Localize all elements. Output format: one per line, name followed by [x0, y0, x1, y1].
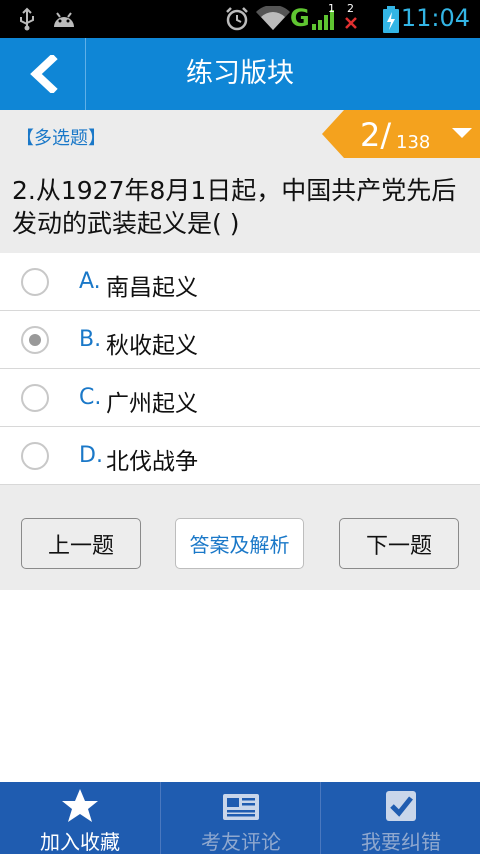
- option-b[interactable]: B. 秋收起义: [0, 311, 480, 369]
- tab-report-error-label: 我要纠错: [361, 830, 441, 854]
- answer-analysis-button[interactable]: 答案及解析: [175, 518, 304, 569]
- chevron-left-icon: [29, 55, 58, 93]
- option-d-text: 北伐战争: [106, 449, 198, 475]
- wifi-icon: [256, 6, 290, 30]
- tab-add-favorite[interactable]: 加入收藏: [0, 782, 160, 854]
- current-question-number: 2/: [360, 116, 392, 154]
- option-a[interactable]: A. 南昌起义: [0, 253, 480, 311]
- clock: 11:04: [400, 4, 470, 32]
- option-c-letter: C.: [79, 385, 102, 410]
- option-d-letter: D.: [79, 443, 103, 468]
- star-icon: [62, 789, 98, 822]
- dropdown-arrow-icon[interactable]: [452, 128, 472, 138]
- question-type-bar: 【多选题】 2/ 138: [0, 110, 480, 158]
- option-c-radio[interactable]: [21, 384, 49, 412]
- newspaper-icon: [223, 794, 259, 820]
- option-d-radio[interactable]: [21, 442, 49, 470]
- option-b-text: 秋收起义: [106, 333, 198, 359]
- question-counter[interactable]: 2/ 138: [322, 110, 480, 158]
- tab-report-error[interactable]: 我要纠错: [321, 782, 480, 854]
- option-a-text: 南昌起义: [106, 275, 198, 301]
- question-panel: 2.从1927年8月1日起，中国共产党先后发动的武装起义是( ): [0, 158, 480, 254]
- android-icon: [54, 12, 74, 27]
- next-question-button[interactable]: 下一题: [339, 518, 459, 569]
- option-a-letter: A.: [79, 269, 101, 294]
- back-button[interactable]: [0, 38, 86, 110]
- option-a-radio[interactable]: [21, 268, 49, 296]
- option-b-radio[interactable]: [21, 326, 49, 354]
- status-bar: G 1 2 11:04: [0, 0, 480, 38]
- question-type-label: 【多选题】: [16, 128, 106, 149]
- no-signal-icon: [345, 17, 357, 29]
- total-question-count: 138: [396, 132, 431, 153]
- usb-icon: [20, 7, 34, 31]
- sim-badge-2: 2: [347, 2, 354, 15]
- option-c[interactable]: C. 广州起义: [0, 369, 480, 427]
- tab-add-favorite-label: 加入收藏: [40, 830, 120, 854]
- bottom-tab-bar: 加入收藏 考友评论 我要纠错: [0, 782, 480, 854]
- checkbox-icon: [386, 791, 416, 821]
- option-b-letter: B.: [79, 327, 102, 352]
- question-text: 2.从1927年8月1日起，中国共产党先后发动的武装起义是( ): [12, 176, 457, 238]
- option-d[interactable]: D. 北伐战争: [0, 427, 480, 485]
- alarm-icon: [226, 7, 248, 31]
- app-header: 练习版块: [0, 38, 480, 110]
- prev-question-button[interactable]: 上一题: [21, 518, 141, 569]
- tab-comments[interactable]: 考友评论: [161, 782, 321, 854]
- option-c-text: 广州起义: [106, 391, 198, 417]
- navigation-button-area: 上一题 答案及解析 下一题: [0, 485, 480, 590]
- sim-badge-1: 1: [328, 2, 335, 15]
- network-type-label: G: [290, 4, 310, 32]
- tab-comments-label: 考友评论: [201, 830, 281, 854]
- battery-charging-icon: [383, 6, 399, 33]
- page-title: 练习版块: [186, 58, 294, 89]
